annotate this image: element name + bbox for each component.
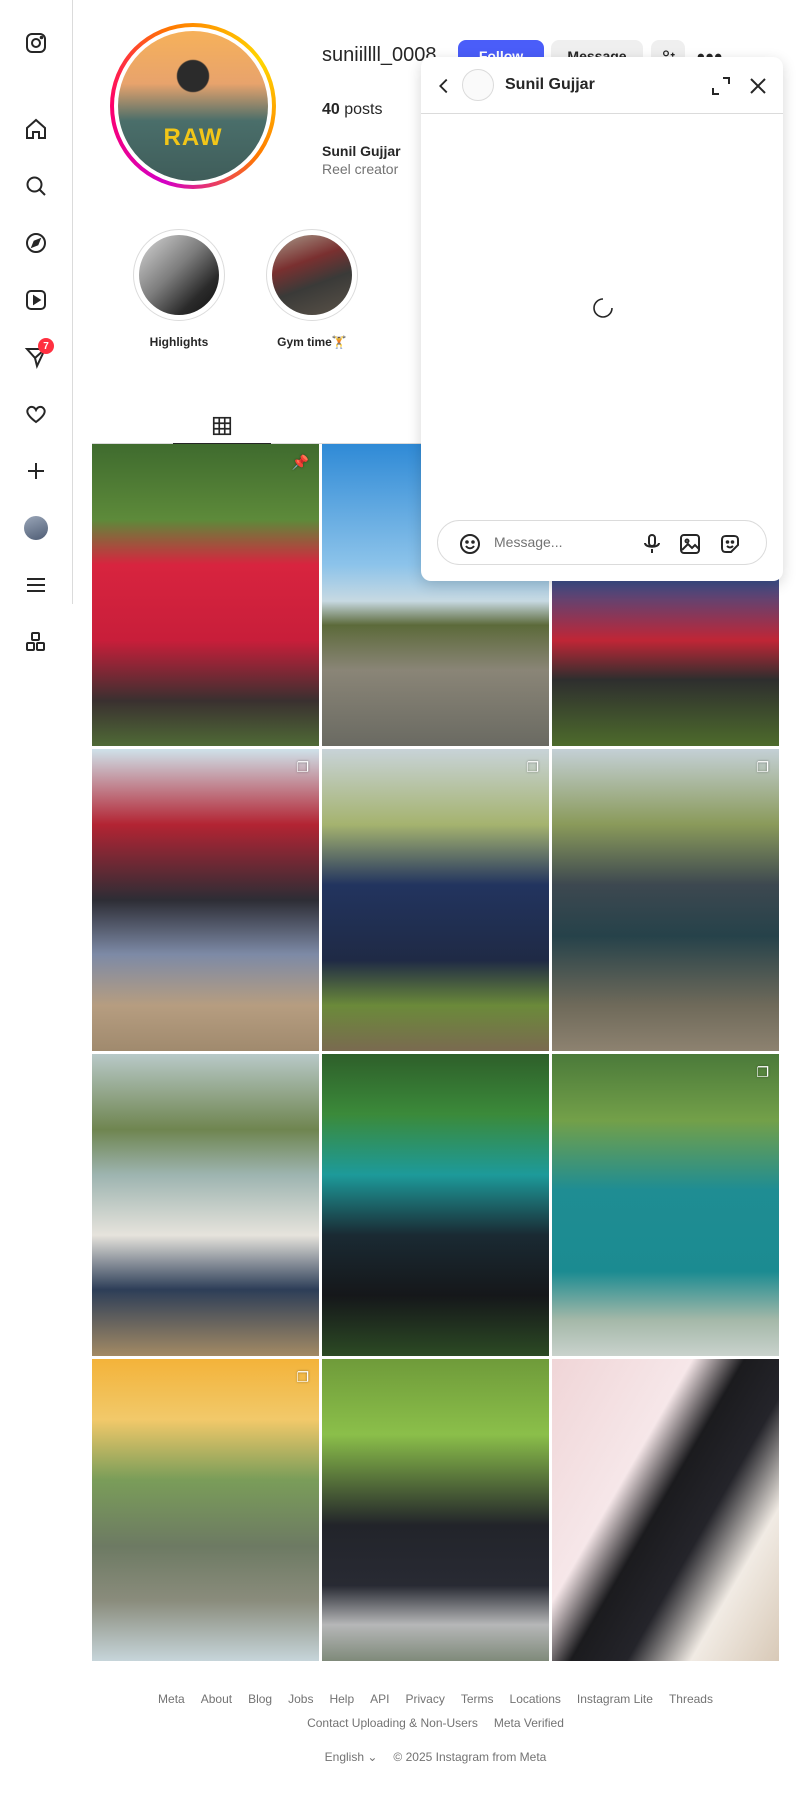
dm-compose-bar	[437, 520, 767, 565]
direct-message-popup: Sunil Gujjar	[421, 57, 783, 581]
footer-links-secondary: Contact Uploading & Non-Users Meta Verif…	[92, 1716, 779, 1730]
microphone-icon[interactable]	[640, 532, 664, 556]
footer-link-help[interactable]: Help	[329, 1692, 354, 1706]
dm-contact-name: Sunil Gujjar	[505, 76, 595, 93]
footer-link-meta-verified[interactable]: Meta Verified	[494, 1716, 564, 1730]
footer-links: Meta About Blog Jobs Help API Privacy Te…	[92, 1692, 779, 1706]
menu-icon[interactable]	[18, 567, 54, 603]
footer-link-terms[interactable]: Terms	[461, 1692, 494, 1706]
posts-count: 40 posts	[322, 101, 383, 119]
profile-username: suniillll_0008	[322, 44, 437, 66]
highlight-gym-time[interactable]: Gym time🏋️	[266, 229, 358, 349]
footer-link-contact-uploading[interactable]: Contact Uploading & Non-Users	[307, 1716, 478, 1730]
close-icon[interactable]	[746, 74, 770, 98]
posts-count-value: 40	[322, 101, 340, 118]
post-tile-5[interactable]: ❐	[322, 749, 549, 1051]
post-tile-11[interactable]	[322, 1359, 549, 1661]
avatar	[24, 516, 48, 540]
dm-header: Sunil Gujjar	[421, 57, 783, 114]
carousel-icon: ❐	[296, 1369, 309, 1385]
create-icon[interactable]	[18, 453, 54, 489]
messages-badge: 7	[38, 338, 54, 354]
highlight-cover-ring	[266, 229, 358, 321]
dm-avatar	[462, 69, 494, 101]
left-nav: 7	[0, 0, 73, 651]
profile-avatar-frame: RAW	[114, 27, 272, 185]
profile-avatar-ring[interactable]: RAW	[110, 23, 276, 189]
footer-bottom: English ⌄ © 2025 Instagram from Meta	[92, 1750, 779, 1764]
search-icon[interactable]	[18, 168, 54, 204]
post-tile-1[interactable]: 📌	[92, 444, 319, 746]
carousel-icon: ❐	[526, 759, 539, 775]
highlight-cover-ring	[133, 229, 225, 321]
footer-link-jobs[interactable]: Jobs	[288, 1692, 313, 1706]
carousel-icon: ❐	[756, 1064, 769, 1080]
post-tile-12[interactable]	[552, 1359, 779, 1661]
post-tile-8[interactable]	[322, 1054, 549, 1356]
pin-icon: 📌	[291, 454, 309, 470]
profile-avatar-photo: RAW	[118, 31, 268, 181]
grid-icon	[212, 416, 232, 435]
post-tile-7[interactable]	[92, 1054, 319, 1356]
footer-link-meta[interactable]: Meta	[158, 1692, 185, 1706]
highlight-highlights[interactable]: Highlights	[133, 229, 225, 349]
footer-link-locations[interactable]: Locations	[510, 1692, 561, 1706]
copyright: © 2025 Instagram from Meta	[393, 1750, 547, 1764]
highlight-cover	[272, 235, 352, 315]
footer-link-blog[interactable]: Blog	[248, 1692, 272, 1706]
footer-link-about[interactable]: About	[201, 1692, 232, 1706]
highlight-label: Highlights	[149, 335, 209, 349]
message-input[interactable]	[494, 534, 634, 550]
explore-icon[interactable]	[18, 225, 54, 261]
reels-icon[interactable]	[18, 282, 54, 318]
footer-link-privacy[interactable]: Privacy	[406, 1692, 445, 1706]
post-tile-9[interactable]: ❐	[552, 1054, 779, 1356]
footer-link-threads[interactable]: Threads	[669, 1692, 713, 1706]
post-tile-4[interactable]: ❐	[92, 749, 319, 1051]
notifications-icon[interactable]	[18, 396, 54, 432]
footer-link-instagram-lite[interactable]: Instagram Lite	[577, 1692, 653, 1706]
profile-category: Reel creator	[322, 161, 399, 177]
avatar-shirt-logo: RAW	[163, 124, 223, 151]
tab-posts[interactable]	[173, 408, 271, 444]
language-selector[interactable]: English ⌄	[325, 1750, 378, 1764]
language-label: English	[324, 1750, 365, 1764]
sticker-icon[interactable]	[718, 532, 742, 556]
post-tile-6[interactable]: ❐	[552, 749, 779, 1051]
loading-spinner-icon	[593, 298, 613, 318]
image-icon[interactable]	[678, 532, 702, 556]
profile-full-name: Sunil Gujjar	[322, 143, 401, 159]
home-icon[interactable]	[18, 111, 54, 147]
highlight-label: Gym time🏋️	[277, 335, 347, 349]
instagram-logo-icon[interactable]	[18, 25, 54, 61]
post-tile-10[interactable]: ❐	[92, 1359, 319, 1661]
highlight-cover	[139, 235, 219, 315]
carousel-icon: ❐	[756, 759, 769, 775]
footer-link-api[interactable]: API	[370, 1692, 389, 1706]
posts-grid: 📌 ❐ ❐ ❐ ❐ ❐	[92, 444, 779, 1661]
carousel-icon: ❐	[296, 759, 309, 775]
posts-count-label: posts	[344, 101, 383, 118]
expand-icon[interactable]	[709, 74, 733, 98]
profile-avatar[interactable]	[18, 510, 54, 546]
chevron-left-icon[interactable]	[433, 75, 455, 97]
more-apps-icon[interactable]	[18, 624, 54, 660]
emoji-icon[interactable]	[458, 532, 482, 556]
chevron-down-icon: ⌄	[367, 1750, 378, 1764]
